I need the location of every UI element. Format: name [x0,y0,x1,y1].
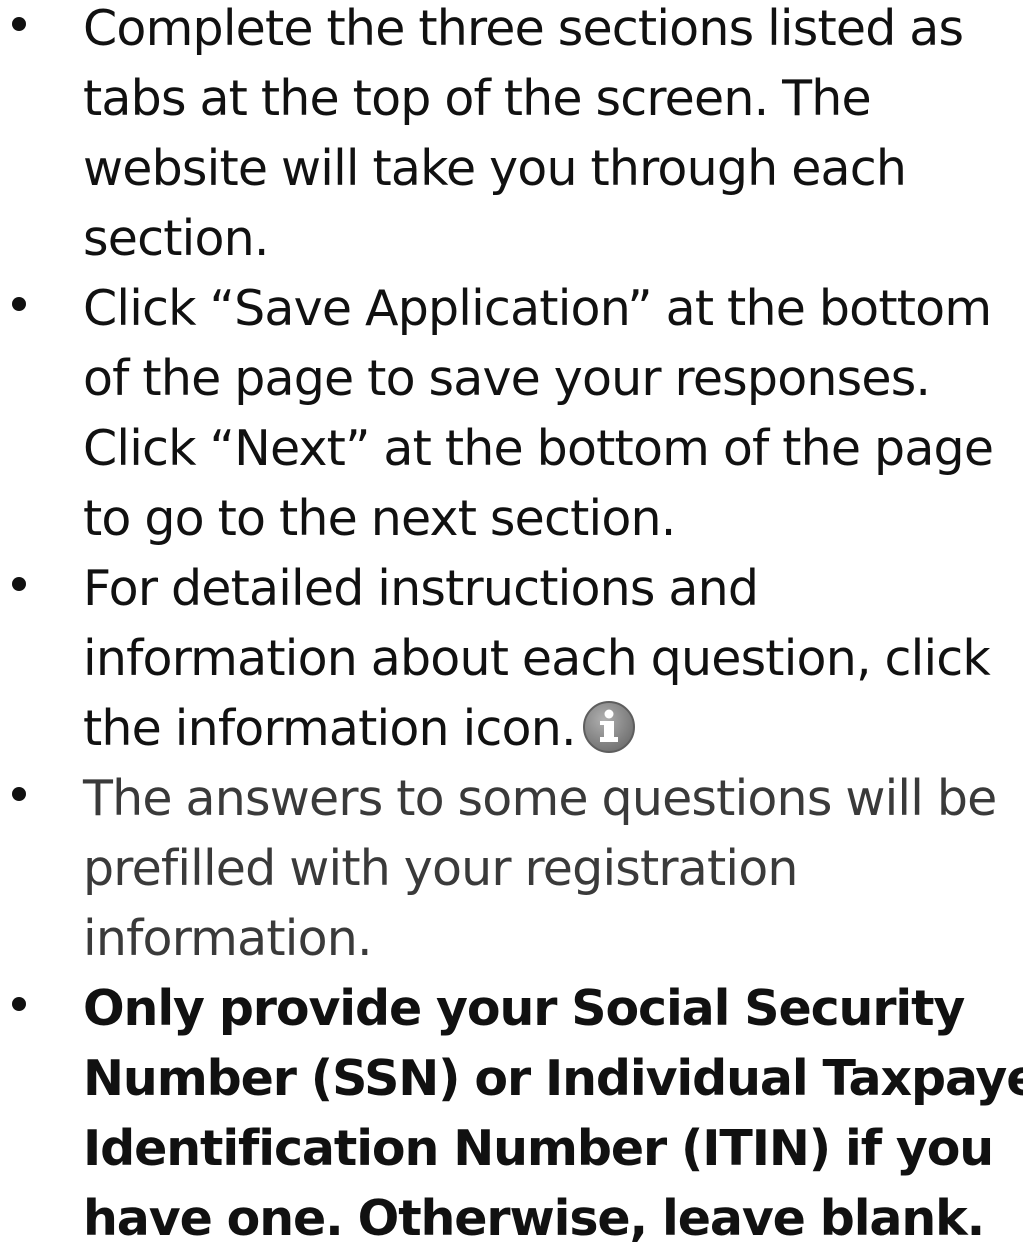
instruction-item-sections: Complete the three sections listed as ta… [0,0,1023,274]
instruction-item-prefilled: The answers to some questions will be pr… [0,764,1023,974]
instruction-line: Click “Next” at the bottom of the page [83,420,994,477]
instruction-line: Complete the three sections listed as [83,0,964,57]
instruction-line: Only provide your Social Security [83,980,965,1037]
instruction-line: information about each question, click [83,630,991,687]
bullet-icon [12,577,26,591]
instruction-line: Identification Number (ITIN) if you [83,1120,994,1177]
instruction-line: tabs at the top of the screen. The [83,70,872,127]
instruction-list: Complete the three sections listed as ta… [0,0,1023,1254]
instruction-line: information. [83,910,373,967]
instruction-line: section. [83,210,269,267]
bullet-icon [12,17,26,31]
instruction-line: For detailed instructions and [83,560,759,617]
bullet-icon [12,997,26,1011]
instruction-line: of the page to save your responses. [83,350,931,407]
instruction-line-with-icon: the information icon. [83,694,1019,764]
instruction-line: website will take you through each [83,140,907,197]
instruction-line-text: the information icon. [83,700,577,757]
info-icon [582,700,635,753]
instruction-line: Click “Save Application” at the bottom [83,280,992,337]
instruction-line: Number (SSN) or Individual Taxpayer [83,1050,1023,1107]
bullet-icon [12,787,26,801]
instruction-item-ssn-itin: Only provide your Social Security Number… [0,974,1023,1254]
instruction-line: The answers to some questions will be [83,770,997,827]
bullet-icon [12,297,26,311]
instruction-line: prefilled with your registration [83,840,798,897]
instruction-line: have one. Otherwise, leave blank. [83,1190,985,1247]
instruction-item-save-next: Click “Save Application” at the bottom o… [0,274,1023,554]
instruction-item-info-icon: For detailed instructions and informatio… [0,554,1023,764]
instruction-line: to go to the next section. [83,490,676,547]
